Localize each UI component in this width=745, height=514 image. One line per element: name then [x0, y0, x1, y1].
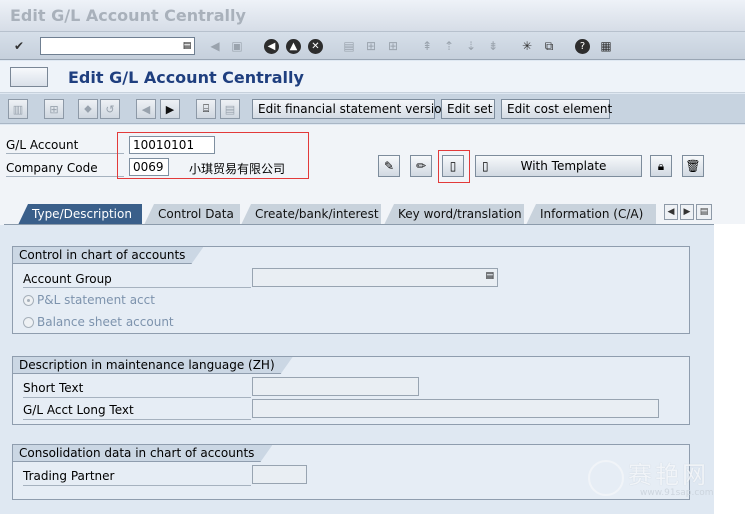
watermark: 赛艳网 www.91sap.com [588, 455, 738, 505]
enter-check-icon[interactable]: ✔ [10, 37, 28, 55]
header-area: G/L Account 10010101 Company Code 0069 小… [0, 125, 745, 201]
trading-partner-underline [23, 485, 251, 486]
edit-pencil-icon[interactable]: ✏ [410, 155, 432, 177]
tab-control-data[interactable]: Control Data [144, 204, 240, 225]
next-icon[interactable]: ▶ [160, 99, 180, 119]
pl-statement-radio[interactable] [23, 295, 34, 306]
application-titlebar: Edit G/L Account Centrally [0, 61, 745, 93]
command-dropdown-icon[interactable]: ▤ [182, 40, 192, 52]
account-group-dropdown-icon[interactable]: ▤ [485, 271, 494, 281]
tab-create-bank-interest[interactable]: Create/bank/interest [241, 204, 381, 225]
group-control-chart-of-accounts: Control in chart of accounts Account Gro… [12, 246, 690, 334]
balance-sheet-label: Balance sheet account [37, 315, 174, 329]
lock-icon[interactable]: 🔒︎ [650, 155, 672, 177]
company-code-underline [6, 176, 124, 177]
back-arrow-small-icon[interactable]: ◀ [206, 37, 224, 55]
system-toolbar: ✔ ▤ ◀ ▣ ◀ ▲ ✕ ▤ ⊞ ⊞ ⇞ ⇡ ⇣ ⇟ ✳ ⧉ ? ▦ [0, 32, 745, 60]
help-icon[interactable]: ? [575, 39, 590, 54]
account-group-select[interactable]: ▤ [252, 268, 498, 287]
previous-icon[interactable]: ◀ [136, 99, 156, 119]
previous-page-icon[interactable]: ⇡ [440, 37, 458, 55]
shortcut-icon[interactable]: ⧉ [540, 37, 558, 55]
long-text-input[interactable] [252, 399, 659, 418]
highlight-box-create [438, 150, 470, 183]
where-used-icon[interactable]: ⌸ [196, 99, 216, 119]
gl-account-label: G/L Account [6, 138, 79, 152]
trading-partner-label: Trading Partner [23, 469, 115, 483]
gl-account-underline [6, 153, 124, 154]
find-next-icon[interactable]: ⊞ [384, 37, 402, 55]
long-text-underline [23, 419, 251, 420]
back-icon[interactable]: ◀ [264, 39, 279, 54]
layout-menu-icon[interactable]: ▦ [597, 37, 615, 55]
delete-flag-icon[interactable]: ⬥ [78, 99, 98, 119]
tab-scroll-right-icon[interactable]: ▶ [680, 204, 694, 220]
next-page-icon[interactable]: ⇣ [462, 37, 480, 55]
save-icon[interactable]: ▣ [228, 37, 246, 55]
account-group-underline [23, 287, 251, 288]
group-consolidation-title: Consolidation data in chart of accounts [13, 445, 272, 462]
tab-list-icon[interactable]: ▤ [696, 204, 712, 220]
first-page-icon[interactable]: ⇞ [418, 37, 436, 55]
tab-key-word-translation[interactable]: Key word/translation [384, 204, 524, 225]
long-text-label: G/L Acct Long Text [23, 403, 134, 417]
exit-icon[interactable]: ▲ [286, 39, 301, 54]
menu-icon[interactable] [10, 67, 48, 87]
display-change-icon[interactable]: ✎ [378, 155, 400, 177]
account-group-label: Account Group [23, 272, 112, 286]
template-doc-icon: ▯ [482, 159, 489, 173]
group-description: Description in maintenance language (ZH)… [12, 356, 690, 425]
undo-icon[interactable]: ↺ [100, 99, 120, 119]
group-description-title: Description in maintenance language (ZH) [13, 357, 293, 374]
short-text-label: Short Text [23, 381, 84, 395]
delete-icon[interactable]: 🗑︎ [682, 155, 704, 177]
print-icon[interactable]: ▤ [340, 37, 358, 55]
edit-financial-statement-version-button[interactable]: Edit financial statement version [252, 99, 449, 119]
watermark-url: www.91sap.com [640, 488, 714, 498]
application-toolbar: ▥ ⊞ ⬥ ↺ ◀ ▶ ⌸ ▤ Edit financial statement… [0, 94, 745, 124]
find-icon[interactable]: ⊞ [362, 37, 380, 55]
company-code-label: Company Code [6, 161, 98, 175]
watermark-text: 赛艳网 [628, 461, 709, 489]
trading-partner-input[interactable] [252, 465, 307, 484]
short-text-input[interactable] [252, 377, 419, 396]
change-documents-icon[interactable]: ▤ [220, 99, 240, 119]
hierarchy-icon[interactable]: ⊞ [44, 99, 64, 119]
page-title: Edit G/L Account Centrally [68, 68, 304, 87]
edit-set-button[interactable]: Edit set [441, 99, 495, 119]
other-object-icon[interactable]: ▥ [8, 99, 28, 119]
group-control-title: Control in chart of accounts [13, 247, 203, 264]
tab-type-description[interactable]: Type/Description [18, 204, 142, 225]
with-template-label: With Template [520, 159, 607, 173]
highlight-box-account [117, 132, 309, 179]
tab-scroll-left-icon[interactable]: ◀ [664, 204, 678, 220]
short-text-underline [23, 397, 251, 398]
with-template-button[interactable]: ▯ With Template [475, 155, 642, 177]
command-field[interactable]: ▤ [40, 37, 195, 55]
pl-statement-label: P&L statement acct [37, 293, 155, 307]
window-titlebar: Edit G/L Account Centrally [0, 0, 745, 32]
tab-strip: Type/Description Control Data Create/ban… [0, 201, 745, 225]
cancel-icon[interactable]: ✕ [308, 39, 323, 54]
balance-sheet-radio[interactable] [23, 317, 34, 328]
edit-cost-element-button[interactable]: Edit cost element [501, 99, 612, 119]
last-page-icon[interactable]: ⇟ [484, 37, 502, 55]
create-session-icon[interactable]: ✳ [518, 37, 536, 55]
window-title: Edit G/L Account Centrally [10, 6, 246, 25]
tab-information-ca[interactable]: Information (C/A) [526, 204, 656, 225]
watermark-logo-icon [588, 460, 624, 496]
